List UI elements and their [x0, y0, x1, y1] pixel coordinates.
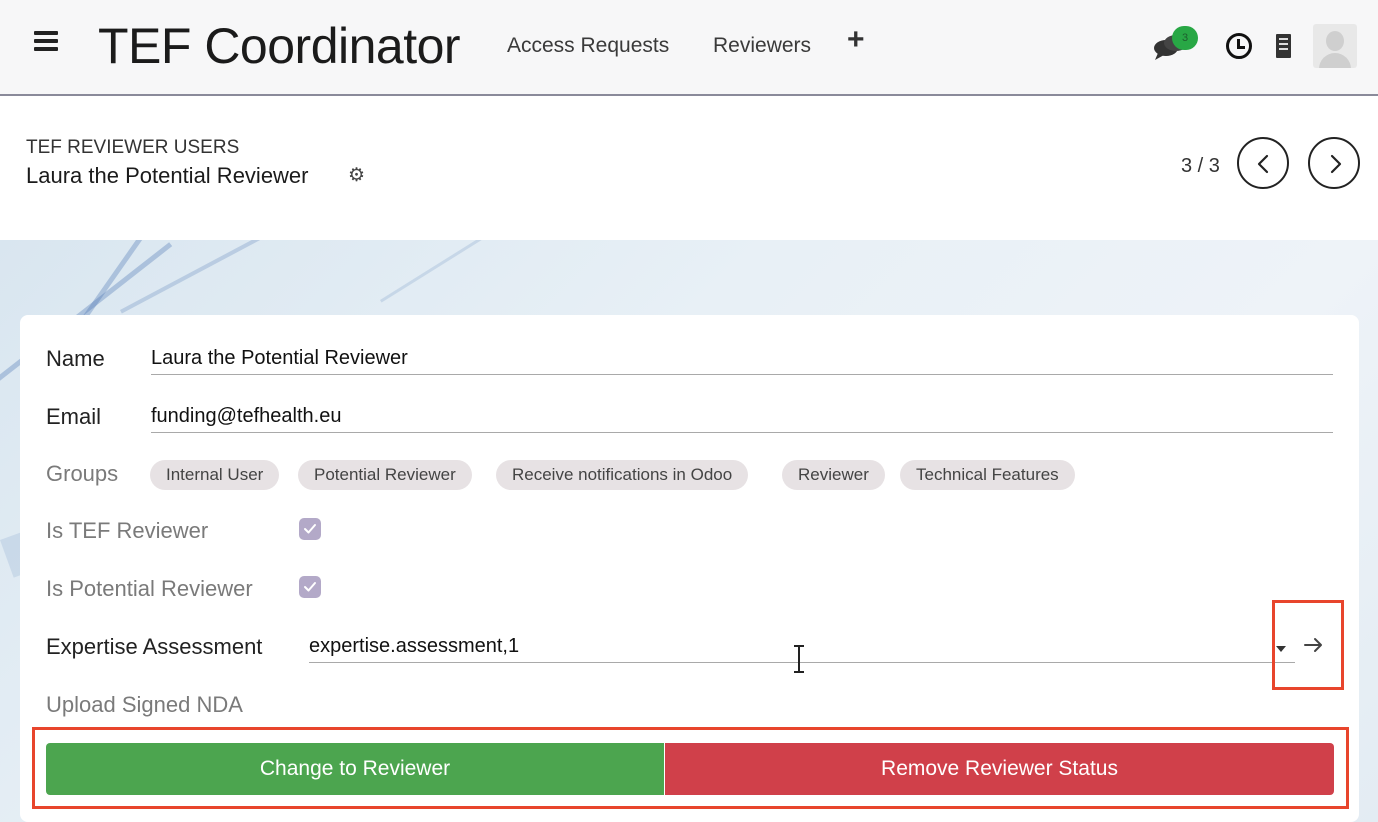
name-underline	[151, 374, 1333, 375]
chevron-left-icon	[1257, 154, 1269, 174]
email-label: Email	[46, 404, 102, 429]
expertise-assessment-field[interactable]: expertise.assessment,1	[309, 634, 519, 658]
text-cursor-icon	[794, 645, 804, 673]
check-icon	[304, 582, 316, 592]
top-navbar: TEF Coordinator Access Requests Reviewer…	[0, 0, 1378, 96]
name-field[interactable]: Laura the Potential Reviewer	[151, 346, 408, 370]
add-menu-button[interactable]: +	[847, 25, 865, 55]
is-tef-reviewer-checkbox[interactable]	[299, 518, 321, 540]
page-title: Laura the Potential Reviewer	[26, 163, 309, 188]
chat-badge: 3	[1172, 26, 1198, 50]
chevron-right-icon	[1330, 154, 1342, 174]
group-tag[interactable]: Receive notifications in Odoo	[496, 460, 749, 490]
pager-previous-button[interactable]	[1237, 137, 1289, 189]
group-tag[interactable]: Internal User	[150, 460, 280, 490]
is-potential-reviewer-checkbox[interactable]	[299, 576, 321, 598]
pager-next-button[interactable]	[1308, 137, 1360, 189]
menu-access-requests[interactable]: Access Requests	[507, 34, 669, 58]
group-tag[interactable]: Reviewer	[782, 460, 885, 490]
email-field[interactable]: funding@tefhealth.eu	[151, 404, 341, 428]
group-tag[interactable]: Potential Reviewer	[298, 460, 472, 490]
building-icon[interactable]	[1276, 34, 1291, 58]
highlight-box-arrow	[1272, 600, 1344, 690]
groups-label: Groups	[46, 461, 119, 486]
menu-reviewers[interactable]: Reviewers	[713, 34, 811, 58]
is-potential-reviewer-label: Is Potential Reviewer	[46, 576, 253, 601]
breadcrumb[interactable]: TEF REVIEWER USERS	[26, 137, 239, 159]
email-underline	[151, 432, 1333, 433]
expertise-assessment-label: Expertise Assessment	[46, 634, 263, 659]
app-title[interactable]: TEF Coordinator	[98, 18, 461, 74]
name-label: Name	[46, 346, 105, 371]
pager-value[interactable]: 3 / 3	[1181, 154, 1220, 178]
change-to-reviewer-button[interactable]: Change to Reviewer	[46, 743, 664, 795]
group-tag[interactable]: Technical Features	[900, 460, 1075, 490]
check-icon	[304, 524, 316, 534]
clock-icon[interactable]	[1226, 33, 1252, 59]
is-tef-reviewer-label: Is TEF Reviewer	[46, 518, 209, 543]
upload-signed-nda-label: Upload Signed NDA	[46, 692, 243, 717]
gear-icon[interactable]: ⚙	[348, 166, 366, 185]
remove-reviewer-status-button[interactable]: Remove Reviewer Status	[665, 743, 1334, 795]
menu-icon[interactable]	[34, 30, 60, 52]
avatar[interactable]	[1313, 24, 1357, 68]
